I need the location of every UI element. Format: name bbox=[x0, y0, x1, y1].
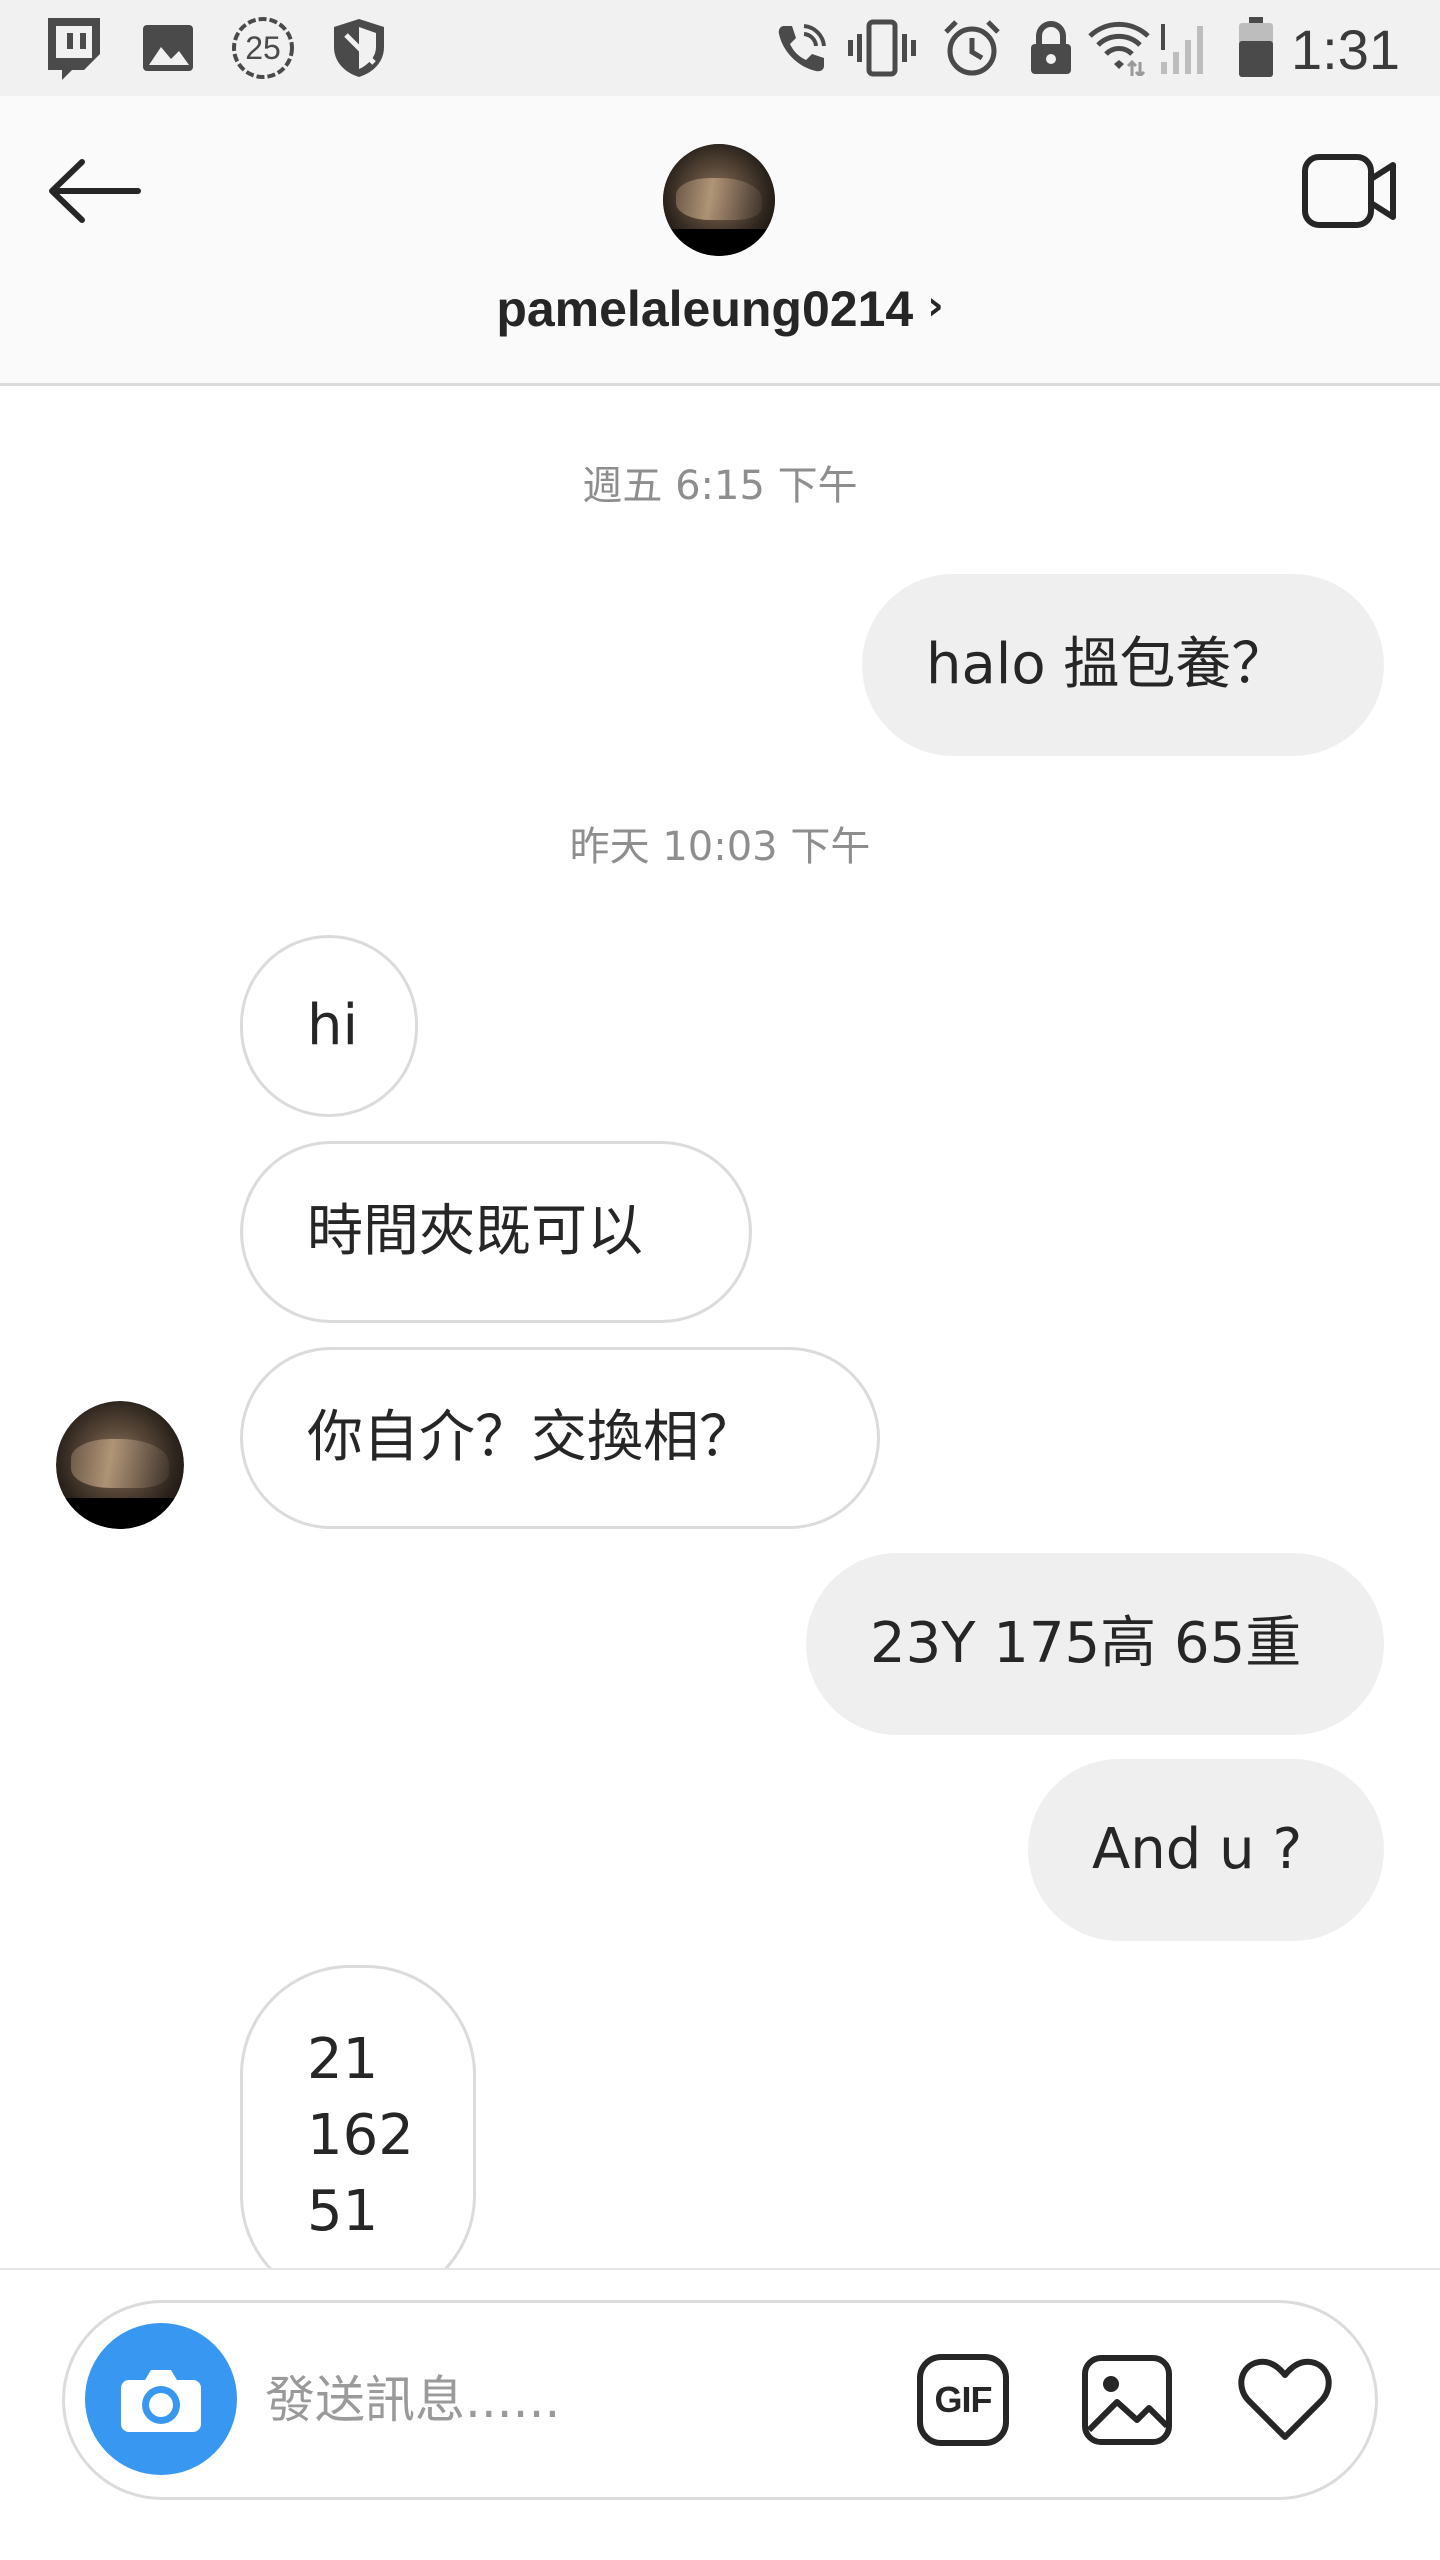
video-call-button[interactable] bbox=[1298, 146, 1402, 236]
header-avatar[interactable] bbox=[663, 144, 775, 256]
like-button[interactable] bbox=[1233, 2348, 1337, 2452]
timestamp: 週五 6:15 下午 bbox=[582, 463, 858, 509]
gif-button[interactable]: GIF bbox=[911, 2348, 1015, 2452]
wifi-icon bbox=[1086, 10, 1152, 86]
badge-25-icon: 25 bbox=[228, 10, 298, 86]
camera-button[interactable] bbox=[85, 2323, 237, 2475]
message-text: 時間夾既可以 bbox=[307, 1199, 643, 1264]
profile-photo bbox=[56, 1401, 184, 1529]
message-composer: GIF bbox=[62, 2300, 1378, 2500]
wifi-call-icon bbox=[772, 10, 832, 86]
message-text: And u ? bbox=[1092, 1817, 1303, 1882]
sender-avatar[interactable] bbox=[56, 1401, 184, 1529]
badge-count: 25 bbox=[245, 30, 281, 66]
message-text: hi bbox=[307, 993, 359, 1058]
arrow-left-icon bbox=[49, 159, 141, 223]
vibrate-icon bbox=[846, 10, 918, 86]
gif-icon: GIF bbox=[917, 2354, 1009, 2446]
composer-area: GIF bbox=[0, 2268, 1440, 2560]
shield-icon bbox=[326, 10, 392, 86]
video-camera-icon bbox=[1302, 154, 1396, 228]
header-username: pamelaleung0214 bbox=[496, 281, 914, 337]
chat-header: pamelaleung0214 › bbox=[0, 96, 1440, 386]
profile-photo bbox=[663, 144, 775, 256]
message-bubble-incoming[interactable]: 你自介？交換相？ bbox=[240, 1347, 880, 1529]
twitch-icon bbox=[38, 10, 108, 86]
timestamp: 昨天 10:03 下午 bbox=[569, 824, 871, 870]
heart-icon bbox=[1238, 2358, 1332, 2440]
camera-icon bbox=[121, 2370, 201, 2432]
message-text: halo 搵包養？ bbox=[926, 632, 1288, 697]
message-bubble-incoming[interactable]: hi bbox=[240, 935, 418, 1117]
back-button[interactable] bbox=[42, 151, 146, 231]
status-time: 1:31 bbox=[1291, 18, 1400, 81]
status-bar: 25 1:31 bbox=[0, 0, 1440, 96]
message-bubble-outgoing[interactable]: And u ? bbox=[1028, 1759, 1384, 1941]
chevron-right-icon: › bbox=[927, 283, 944, 329]
message-bubble-incoming[interactable]: 21 162 51 bbox=[240, 1965, 476, 2269]
gallery-button[interactable] bbox=[1075, 2348, 1179, 2452]
message-bubble-outgoing[interactable]: 23Y 175高 65重 bbox=[806, 1553, 1384, 1735]
message-input[interactable] bbox=[265, 2343, 905, 2457]
message-thread[interactable]: 週五 6:15 下午 halo 搵包養？ 昨天 10:03 下午 hi 時間夾既… bbox=[0, 389, 1440, 2269]
message-bubble-outgoing[interactable]: halo 搵包養？ bbox=[862, 574, 1384, 756]
alarm-icon bbox=[940, 10, 1004, 86]
battery-icon bbox=[1234, 10, 1278, 86]
message-text: 你自介？交換相？ bbox=[307, 1405, 755, 1470]
gallery-icon bbox=[138, 10, 198, 86]
message-bubble-incoming[interactable]: 時間夾既可以 bbox=[240, 1141, 752, 1323]
image-icon bbox=[1082, 2355, 1172, 2445]
message-text: 21 162 51 bbox=[307, 2027, 414, 2244]
lock-icon bbox=[1026, 10, 1076, 86]
message-text: 23Y 175高 65重 bbox=[870, 1611, 1302, 1676]
profile-link[interactable]: pamelaleung0214 › bbox=[0, 274, 1440, 344]
signal-icon bbox=[1156, 10, 1212, 86]
